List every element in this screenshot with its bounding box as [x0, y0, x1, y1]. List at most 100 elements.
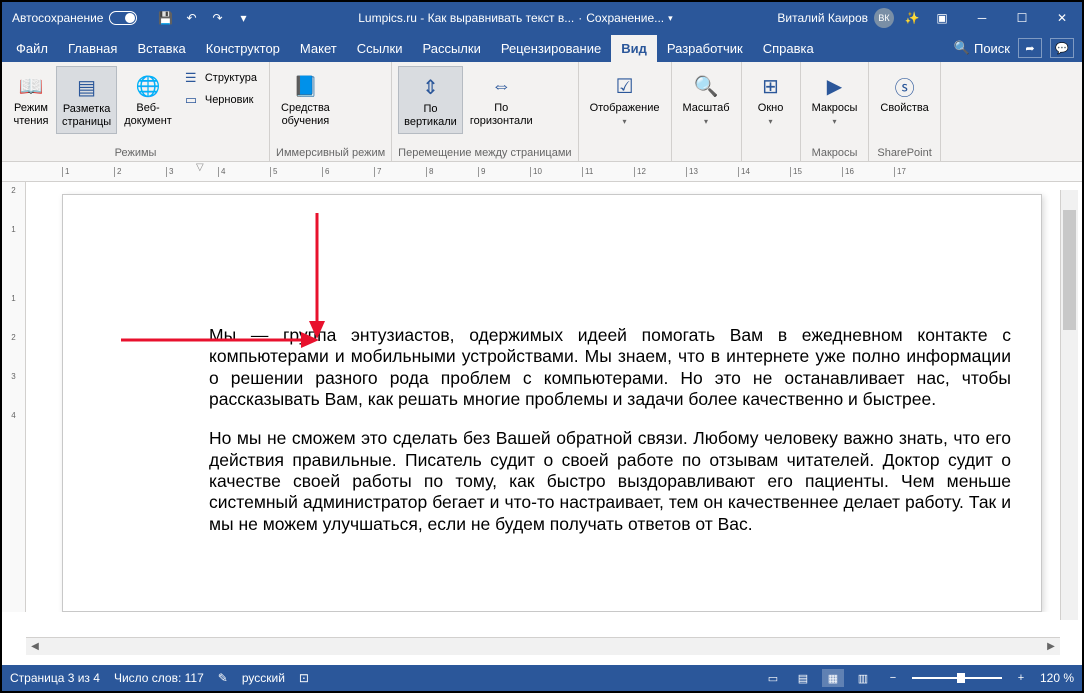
account-button[interactable]: Виталий Каиров ВК	[769, 8, 902, 28]
group-page-movement: ⇕ Повертикали ⇔ Погоризонтали Перемещени…	[392, 62, 578, 161]
redo-icon[interactable]: ↷	[207, 8, 227, 28]
learning-tools-button[interactable]: 📘 Средстваобучения	[276, 66, 335, 132]
print-layout-button[interactable]: ▤ Разметкастраницы	[56, 66, 117, 134]
print-view-icon[interactable]: ▦	[822, 669, 844, 687]
tab-mailings[interactable]: Рассылки	[412, 35, 490, 62]
read-mode-button[interactable]: 📖 Режимчтения	[8, 66, 54, 132]
group-label-page-movement: Перемещение между страницами	[398, 145, 571, 159]
group-modes: 📖 Режимчтения ▤ Разметкастраницы 🌐 Веб-д…	[2, 62, 270, 161]
user-name: Виталий Каиров	[777, 11, 868, 25]
share-button[interactable]: ➦	[1018, 38, 1042, 58]
maximize-icon[interactable]: ☐	[1002, 2, 1042, 34]
horizontal-icon: ⇔	[491, 70, 511, 102]
horizontal-ruler[interactable]: ▽ 1234567891011121314151617	[2, 162, 1082, 182]
spellcheck-icon[interactable]: ✎	[218, 671, 228, 685]
outline-icon: ☰	[185, 70, 201, 86]
group-label-macros: Макросы	[807, 145, 863, 159]
window-button[interactable]: ⊞ Окно▾	[748, 66, 794, 132]
zoom-in-icon[interactable]: +	[1010, 669, 1032, 687]
search-button[interactable]: 🔍 Поиск	[954, 40, 1010, 56]
zoom-slider[interactable]	[912, 677, 1002, 679]
macros-button[interactable]: ▶ Макросы▾	[807, 66, 863, 132]
web-layout-button[interactable]: 🌐 Веб-документ	[119, 66, 177, 132]
search-icon: 🔍	[954, 40, 970, 56]
language-indicator[interactable]: русский	[242, 671, 285, 685]
group-label-sharepoint: SharePoint	[875, 145, 933, 159]
ribbon-options-icon[interactable]: ▣	[922, 2, 962, 34]
properties-button[interactable]: ⓢ Свойства	[875, 66, 933, 119]
paragraph-1[interactable]: Мы — группа энтузиастов, одержимых идеей…	[209, 325, 1011, 410]
draft-button[interactable]: ▭Черновик	[181, 90, 261, 110]
window-controls: ▣ ─ ☐ ✕	[922, 2, 1082, 34]
scroll-right-icon[interactable]: ▶	[1042, 641, 1060, 652]
document-title: Lumpics.ru - Как выравнивать текст в... …	[261, 11, 769, 25]
coming-soon-icon[interactable]: ✨	[902, 8, 922, 28]
group-label-modes: Режимы	[8, 145, 263, 159]
page-indicator[interactable]: Страница 3 из 4	[10, 671, 100, 685]
read-view-icon[interactable]: ▤	[792, 669, 814, 687]
zoom-out-icon[interactable]: −	[882, 669, 904, 687]
minimize-icon[interactable]: ─	[962, 2, 1002, 34]
tab-home[interactable]: Главная	[58, 35, 127, 62]
focus-view-icon[interactable]: ▭	[762, 669, 784, 687]
tab-layout[interactable]: Макет	[290, 35, 347, 62]
undo-icon[interactable]: ↶	[181, 8, 201, 28]
paragraph-2[interactable]: Но мы не сможем это сделать без Вашей об…	[209, 428, 1011, 535]
web-view-icon[interactable]: ▥	[852, 669, 874, 687]
tab-file[interactable]: Файл	[6, 35, 58, 62]
properties-icon: ⓢ	[895, 70, 915, 102]
tab-view[interactable]: Вид	[611, 35, 657, 62]
autosave-label: Автосохранение	[12, 11, 103, 25]
vertical-icon: ⇕	[422, 71, 439, 103]
qat-more-icon[interactable]: ▾	[233, 8, 253, 28]
document-area: 211234 Мы — группа энтузиастов, одержимы…	[2, 182, 1082, 612]
web-layout-icon: 🌐	[136, 70, 161, 102]
horizontal-button[interactable]: ⇔ Погоризонтали	[465, 66, 538, 132]
page[interactable]: Мы — группа энтузиастов, одержимых идеей…	[62, 194, 1042, 612]
toggle-switch-icon[interactable]	[109, 11, 137, 25]
accessibility-icon[interactable]: ⊡	[299, 671, 309, 685]
read-mode-icon: 📖	[19, 70, 44, 102]
scroll-left-icon[interactable]: ◀	[26, 641, 44, 652]
vertical-ruler[interactable]: 211234	[2, 182, 26, 612]
print-layout-icon: ▤	[77, 71, 96, 103]
status-bar: Страница 3 из 4 Число слов: 117 ✎ русски…	[2, 665, 1082, 691]
group-zoom: 🔍 Масштаб▾	[672, 62, 742, 161]
macros-icon: ▶	[827, 70, 842, 102]
show-button[interactable]: ☑ Отображение▾	[585, 66, 665, 132]
tab-developer[interactable]: Разработчик	[657, 35, 753, 62]
group-sharepoint: ⓢ Свойства SharePoint	[869, 62, 940, 161]
zoom-button[interactable]: 🔍 Масштаб▾	[678, 66, 735, 132]
word-count[interactable]: Число слов: 117	[114, 671, 204, 685]
close-icon[interactable]: ✕	[1042, 2, 1082, 34]
zoom-icon: 🔍	[694, 70, 719, 102]
doc-title-text: Lumpics.ru - Как выравнивать текст в...	[358, 11, 574, 25]
group-immersive: 📘 Средстваобучения Иммерсивный режим	[270, 62, 392, 161]
quick-access-toolbar: 💾 ↶ ↷ ▾	[147, 8, 261, 28]
tab-review[interactable]: Рецензирование	[491, 35, 611, 62]
tab-references[interactable]: Ссылки	[347, 35, 413, 62]
ribbon-tabs: Файл Главная Вставка Конструктор Макет С…	[2, 34, 1082, 62]
tab-insert[interactable]: Вставка	[127, 35, 195, 62]
title-bar: Автосохранение 💾 ↶ ↷ ▾ Lumpics.ru - Как …	[2, 2, 1082, 34]
group-macros: ▶ Макросы▾ Макросы	[801, 62, 870, 161]
autosave-toggle[interactable]: Автосохранение	[2, 11, 147, 25]
group-label-immersive: Иммерсивный режим	[276, 145, 385, 159]
page-content[interactable]: Мы — группа энтузиастов, одержимых идеей…	[63, 195, 1041, 573]
draft-icon: ▭	[185, 92, 201, 108]
show-icon: ☑	[616, 70, 634, 102]
avatar-icon: ВК	[874, 8, 894, 28]
vertical-button[interactable]: ⇕ Повертикали	[398, 66, 463, 134]
save-icon[interactable]: 💾	[155, 8, 175, 28]
tab-design[interactable]: Конструктор	[196, 35, 290, 62]
tab-help[interactable]: Справка	[753, 35, 824, 62]
horizontal-scrollbar[interactable]: ◀ ▶	[26, 637, 1060, 655]
zoom-level[interactable]: 120 %	[1040, 671, 1074, 685]
scrollbar-thumb[interactable]	[1063, 210, 1076, 330]
learning-tools-icon: 📘	[293, 70, 318, 102]
search-label: Поиск	[974, 41, 1010, 56]
vertical-scrollbar[interactable]	[1060, 190, 1078, 620]
outline-button[interactable]: ☰Структура	[181, 68, 261, 88]
group-show: ☑ Отображение▾	[579, 62, 672, 161]
comments-button[interactable]: 💬	[1050, 38, 1074, 58]
